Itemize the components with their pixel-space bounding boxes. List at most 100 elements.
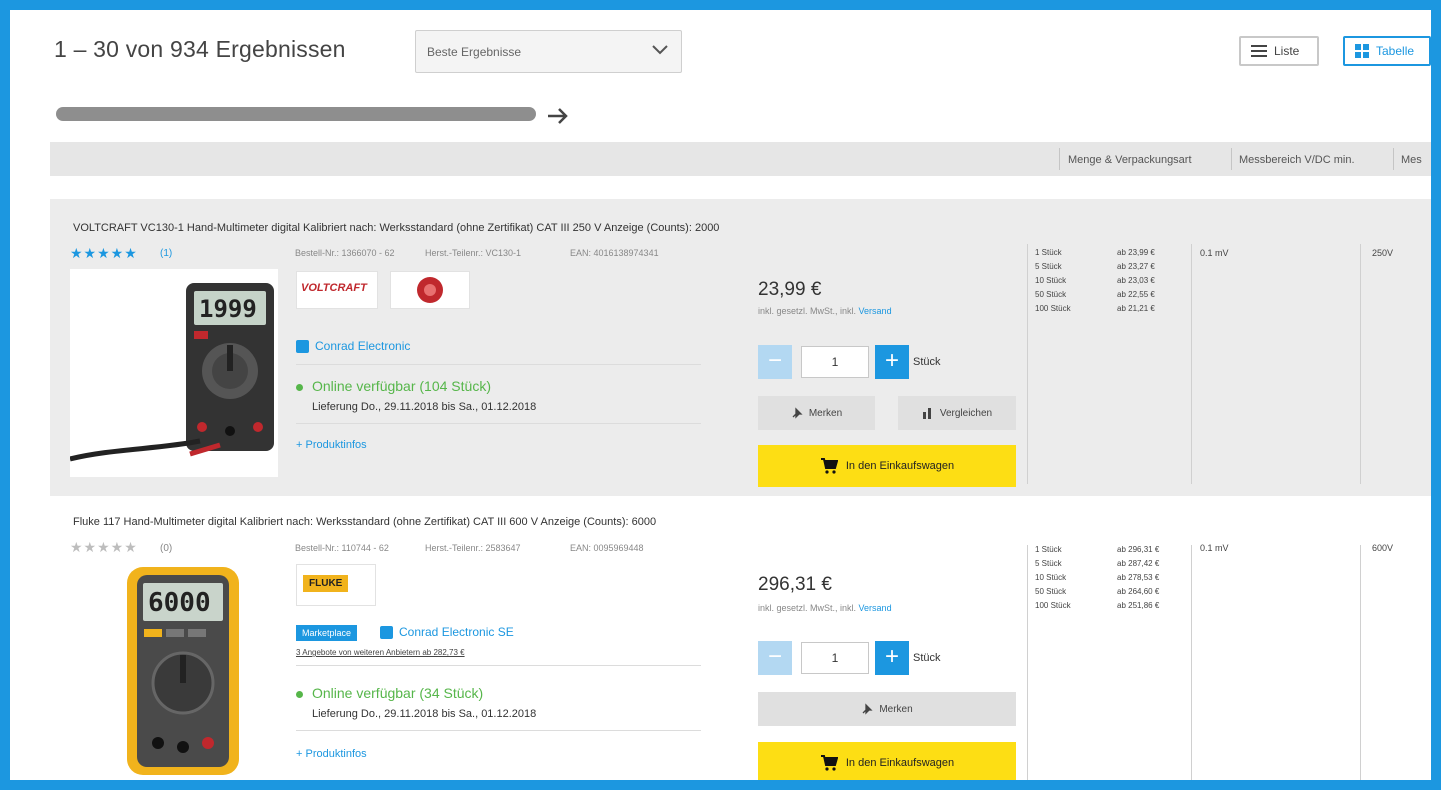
add-to-cart-button[interactable]: In den Einkaufswagen [758, 445, 1016, 487]
seller-name: Conrad Electronic SE [399, 625, 514, 639]
chevron-down-icon [652, 45, 668, 55]
quantity-decrease-button[interactable]: − [758, 641, 792, 675]
column-header-quantity[interactable]: Menge & Verpackungsart [1068, 154, 1192, 166]
view-table-button[interactable]: Tabelle [1343, 36, 1431, 66]
vat-note: inkl. gesetzl. MwSt., inkl. Versand [758, 306, 892, 316]
other-offers-link[interactable]: 3 Angebote von weiteren Anbietern ab 282… [296, 648, 465, 657]
tier-price: ab 23,99 € [1117, 248, 1155, 257]
column-divider [1360, 545, 1361, 780]
shipping-link[interactable]: Versand [859, 306, 892, 316]
tier-price: ab 23,03 € [1117, 276, 1155, 285]
product-title[interactable]: VOLTCRAFT VC130-1 Hand-Multimeter digita… [73, 222, 719, 234]
brand-logo[interactable]: FLUKE [296, 564, 376, 606]
quantity-unit: Stück [913, 356, 941, 368]
arrow-right-icon[interactable] [546, 106, 570, 126]
note-label: Merken [879, 703, 913, 715]
spec-voltage: 600V [1372, 543, 1394, 553]
compare-button[interactable]: Vergleichen [898, 396, 1016, 430]
product-row: VOLTCRAFT VC130-1 Hand-Multimeter digita… [50, 199, 1431, 496]
tier-price: ab 23,27 € [1117, 262, 1155, 271]
brand-name: FLUKE [303, 575, 349, 592]
shipping-link[interactable]: Versand [859, 603, 892, 613]
cart-icon [820, 458, 838, 474]
product-row: Fluke 117 Hand-Multimeter digital Kalibr… [50, 505, 1431, 780]
quantity-input[interactable]: 1 [801, 346, 869, 378]
divider [296, 364, 701, 365]
pin-icon [792, 407, 803, 419]
seller[interactable]: Conrad Electronic SE [380, 625, 514, 640]
column-divider [1231, 148, 1232, 170]
results-count: 1 – 30 von 934 Ergebnissen [54, 36, 346, 62]
tier-qty: 1 Stück [1035, 248, 1062, 257]
sort-dropdown[interactable]: Beste Ergebnisse [415, 30, 682, 73]
product-image[interactable]: 1999 [69, 269, 278, 477]
column-divider [1059, 148, 1060, 170]
tier-qty: 5 Stück [1035, 262, 1062, 271]
price-tiers: 1 Stück ab 296,31 € 5 Stück ab 287,42 € 10… [1035, 543, 1159, 613]
column-divider [1191, 545, 1192, 780]
view-table-label: Tabelle [1376, 44, 1415, 58]
tier-row: 100 Stück ab 251,86 € [1035, 599, 1159, 613]
tier-row: 10 Stück ab 23,03 € [1035, 274, 1155, 288]
quantity-increase-button[interactable]: + [875, 345, 909, 379]
multimeter-image: 1999 [69, 283, 274, 462]
tier-price: ab 296,31 € [1117, 545, 1160, 554]
note-button[interactable]: Merken [758, 396, 875, 430]
compare-icon [922, 408, 931, 419]
tier-qty: 100 Stück [1035, 601, 1071, 610]
tier-qty: 50 Stück [1035, 587, 1067, 596]
brand-name: VOLTCRAFT [301, 282, 367, 294]
delivery-info: Lieferung Do., 29.11.2018 bis Sa., 01.12… [312, 708, 537, 720]
horizontal-scrollbar[interactable] [56, 107, 536, 121]
quantity-increase-button[interactable]: + [875, 641, 909, 675]
divider [296, 730, 701, 731]
column-header-range[interactable]: Messbereich V/DC min. [1239, 154, 1355, 166]
product-title[interactable]: Fluke 117 Hand-Multimeter digital Kalibr… [73, 516, 656, 528]
vat-note: inkl. gesetzl. MwSt., inkl. Versand [758, 603, 892, 613]
price: 23,99 € [758, 279, 822, 300]
column-header-more[interactable]: Mes [1401, 154, 1422, 166]
tier-qty: 10 Stück [1035, 276, 1067, 285]
rating-count[interactable]: (0) [160, 543, 172, 554]
add-to-cart-button[interactable]: In den Einkaufswagen [758, 742, 1016, 780]
quantity-input[interactable]: 1 [801, 642, 869, 674]
tier-row: 10 Stück ab 278,53 € [1035, 571, 1159, 585]
rating-stars[interactable]: ★★★★★ [70, 539, 138, 556]
svg-text:1999: 1999 [199, 295, 257, 323]
tier-row: 50 Stück ab 264,60 € [1035, 585, 1159, 599]
quantity-unit: Stück [913, 652, 941, 664]
cart-label: In den Einkaufswagen [845, 757, 955, 769]
tier-price: ab 264,60 € [1117, 587, 1160, 596]
view-list-button[interactable]: Liste [1239, 36, 1319, 66]
tier-qty: 100 Stück [1035, 304, 1071, 313]
pin-icon [862, 703, 873, 715]
tier-qty: 10 Stück [1035, 573, 1067, 582]
product-info-link[interactable]: + Produktinfos [296, 439, 367, 451]
note-button[interactable]: Merken [758, 692, 1016, 726]
product-info-link[interactable]: + Produktinfos [296, 748, 367, 760]
seal-icon [417, 277, 443, 303]
column-divider [1027, 244, 1028, 484]
tier-price: ab 251,86 € [1117, 601, 1160, 610]
certificate-logo [390, 271, 470, 309]
rating-count[interactable]: (1) [160, 248, 172, 259]
note-label: Merken [808, 407, 843, 419]
sort-value: Beste Ergebnisse [427, 45, 522, 59]
order-number: Bestell-Nr.: 1366070 - 62 [295, 248, 395, 258]
svg-text:6000: 6000 [148, 588, 211, 618]
brand-logo[interactable]: VOLTCRAFT [296, 271, 378, 309]
tier-row: 1 Stück ab 296,31 € [1035, 543, 1159, 557]
product-image[interactable]: 6000 [70, 561, 278, 779]
seller[interactable]: Conrad Electronic [296, 339, 410, 354]
tier-qty: 1 Stück [1035, 545, 1062, 554]
rating-stars[interactable]: ★★★★★ [70, 245, 138, 262]
seller-icon [380, 626, 393, 640]
list-icon [1251, 45, 1267, 57]
divider [296, 665, 701, 666]
column-divider [1360, 244, 1361, 484]
quantity-decrease-button[interactable]: − [758, 345, 792, 379]
compare-label: Vergleichen [939, 407, 993, 419]
delivery-info: Lieferung Do., 29.11.2018 bis Sa., 01.12… [312, 401, 537, 413]
marketplace-badge: Marketplace [296, 625, 358, 641]
tier-qty: 50 Stück [1035, 290, 1067, 299]
